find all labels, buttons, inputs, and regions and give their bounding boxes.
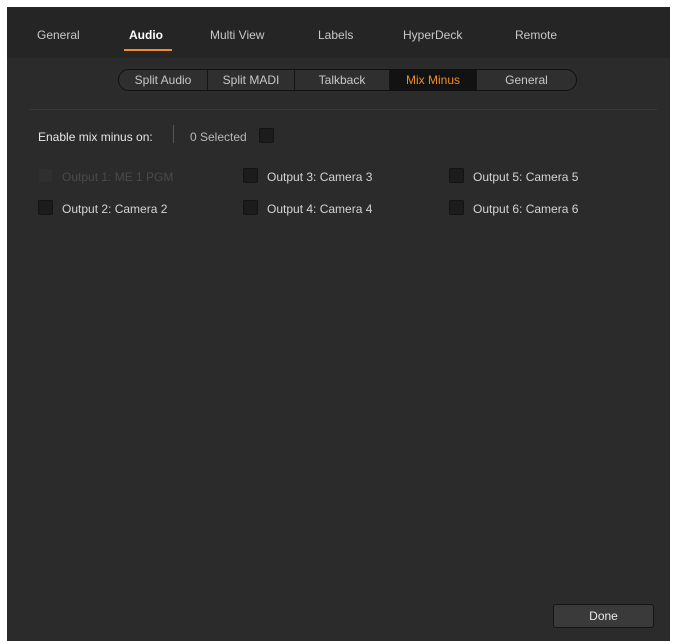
output-1-checkbox — [38, 168, 53, 183]
output-1-label: Output 1: ME 1 PGM — [62, 170, 174, 184]
active-tab-indicator — [124, 49, 172, 51]
section-divider — [29, 109, 657, 110]
tab-remote[interactable]: Remote — [515, 28, 557, 42]
vertical-divider — [173, 125, 174, 143]
output-3-checkbox[interactable] — [243, 168, 258, 183]
subtab-split-madi[interactable]: Split MADI — [208, 70, 295, 90]
tab-hyperdeck[interactable]: HyperDeck — [403, 28, 462, 42]
output-3-label[interactable]: Output 3: Camera 3 — [267, 170, 372, 184]
output-2-checkbox[interactable] — [38, 200, 53, 215]
subtab-split-audio[interactable]: Split Audio — [119, 70, 208, 90]
enable-mix-minus-label: Enable mix minus on: — [38, 130, 153, 144]
output-4-checkbox[interactable] — [243, 200, 258, 215]
tab-multi-view[interactable]: Multi View — [210, 28, 264, 42]
output-4-label[interactable]: Output 4: Camera 4 — [267, 202, 372, 216]
output-6-label[interactable]: Output 6: Camera 6 — [473, 202, 578, 216]
output-5-checkbox[interactable] — [449, 168, 464, 183]
output-6-checkbox[interactable] — [449, 200, 464, 215]
tab-general[interactable]: General — [37, 28, 80, 42]
settings-panel: General Audio Multi View Labels HyperDec… — [7, 7, 670, 641]
output-2-label[interactable]: Output 2: Camera 2 — [62, 202, 167, 216]
done-button[interactable]: Done — [553, 604, 654, 628]
tab-audio[interactable]: Audio — [129, 28, 163, 42]
audio-subtab-bar: Split Audio Split MADI Talkback Mix Minu… — [118, 69, 577, 91]
tab-labels[interactable]: Labels — [318, 28, 353, 42]
subtab-talkback[interactable]: Talkback — [295, 70, 390, 90]
top-navigation: General Audio Multi View Labels HyperDec… — [7, 7, 670, 58]
select-all-checkbox[interactable] — [259, 128, 274, 143]
subtab-mix-minus[interactable]: Mix Minus — [390, 70, 477, 90]
selected-count: 0 Selected — [190, 130, 247, 144]
output-5-label[interactable]: Output 5: Camera 5 — [473, 170, 578, 184]
subtab-general[interactable]: General — [477, 70, 576, 90]
